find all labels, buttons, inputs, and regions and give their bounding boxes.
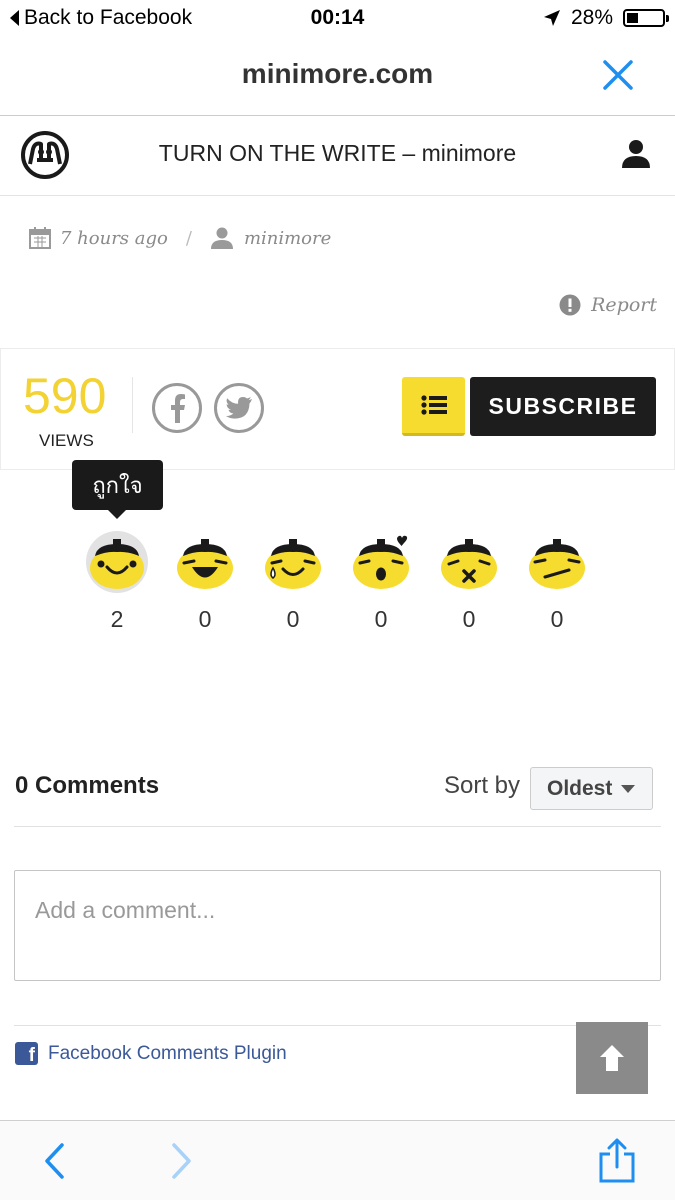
reaction-dead[interactable]: 0 — [437, 530, 501, 640]
list-icon — [420, 395, 447, 415]
reaction-count: 0 — [374, 606, 388, 632]
caret-down-icon — [621, 784, 636, 793]
twitter-share-button[interactable] — [214, 383, 264, 433]
comments-count: 0 Comments — [15, 772, 160, 799]
facebook-square-icon: f — [15, 1042, 38, 1065]
status-bar: Back to Facebook 00:14 28% — [0, 0, 675, 38]
chevron-left-icon[interactable] — [42, 1141, 66, 1181]
smile-face-icon — [86, 531, 148, 593]
facebook-share-button[interactable] — [152, 383, 202, 433]
reaction-count: 0 — [462, 606, 476, 632]
scroll-to-top-button[interactable] — [576, 1022, 648, 1094]
facebook-icon — [171, 394, 185, 423]
status-right: 28% — [543, 6, 669, 30]
plugin-label: Facebook Comments Plugin — [48, 1042, 287, 1064]
calendar-icon — [29, 227, 51, 249]
reaction-count: 0 — [198, 606, 212, 632]
tears-of-joy-face-icon — [265, 539, 321, 589]
post-time: 7 hours ago — [60, 227, 168, 249]
chevron-right-icon[interactable] — [170, 1141, 194, 1181]
share-icon[interactable] — [597, 1137, 637, 1183]
reaction-laugh[interactable]: 0 — [173, 530, 237, 640]
battery-icon — [623, 9, 669, 27]
comment-input[interactable]: Add a comment... — [14, 870, 661, 981]
report-link[interactable]: Report — [559, 294, 657, 316]
laugh-face-icon — [177, 539, 233, 589]
close-icon[interactable] — [599, 56, 637, 94]
stats-bar: 590 VIEWS SUBSCRIBE — [0, 348, 675, 470]
user-icon[interactable] — [621, 138, 651, 170]
sort-select[interactable]: Oldest — [530, 767, 653, 810]
location-arrow-icon — [543, 10, 560, 26]
browser-toolbar — [0, 1120, 675, 1200]
reaction-count: 2 — [110, 606, 124, 632]
sort-value: Oldest — [547, 776, 613, 800]
reaction-tooltip: ถูกใจ — [72, 460, 163, 519]
facebook-comments-plugin-link[interactable]: f Facebook Comments Plugin — [15, 1042, 287, 1065]
subscribe-button[interactable]: SUBSCRIBE — [470, 377, 656, 436]
divider — [14, 826, 661, 827]
meta-separator: / — [185, 227, 192, 249]
arrow-up-icon — [600, 1045, 624, 1071]
post-meta: 7 hours ago / minimore — [28, 226, 331, 250]
reaction-meh[interactable]: 0 — [525, 530, 589, 640]
page-title: TURN ON THE WRITE – minimore — [158, 140, 517, 166]
series-list-button[interactable] — [402, 377, 465, 436]
reaction-smile[interactable]: 2 — [85, 530, 149, 640]
reaction-count: 0 — [550, 606, 564, 632]
site-header: TURN ON THE WRITE – minimore — [0, 116, 675, 196]
battery-percent: 28% — [570, 6, 613, 29]
report-label: Report — [591, 294, 657, 316]
browser-domain: minimore.com — [241, 58, 434, 89]
reaction-wow-love[interactable]: 0 — [349, 530, 413, 640]
views-label: VIEWS — [39, 431, 94, 450]
wow-love-face-icon — [353, 535, 409, 589]
post-author[interactable]: minimore — [244, 228, 331, 249]
browser-header: minimore.com — [0, 38, 675, 116]
sort-label: Sort by — [444, 772, 521, 799]
reaction-count: 0 — [286, 606, 300, 632]
meh-face-icon — [529, 539, 585, 589]
views-count: 590 — [23, 368, 107, 424]
divider — [14, 1025, 661, 1026]
reaction-tears-of-joy[interactable]: 0 — [261, 530, 325, 640]
stats-divider — [132, 377, 133, 433]
author-icon — [210, 227, 233, 249]
exclamation-icon — [559, 294, 581, 316]
dead-face-icon — [441, 539, 497, 589]
twitter-icon — [226, 397, 252, 419]
